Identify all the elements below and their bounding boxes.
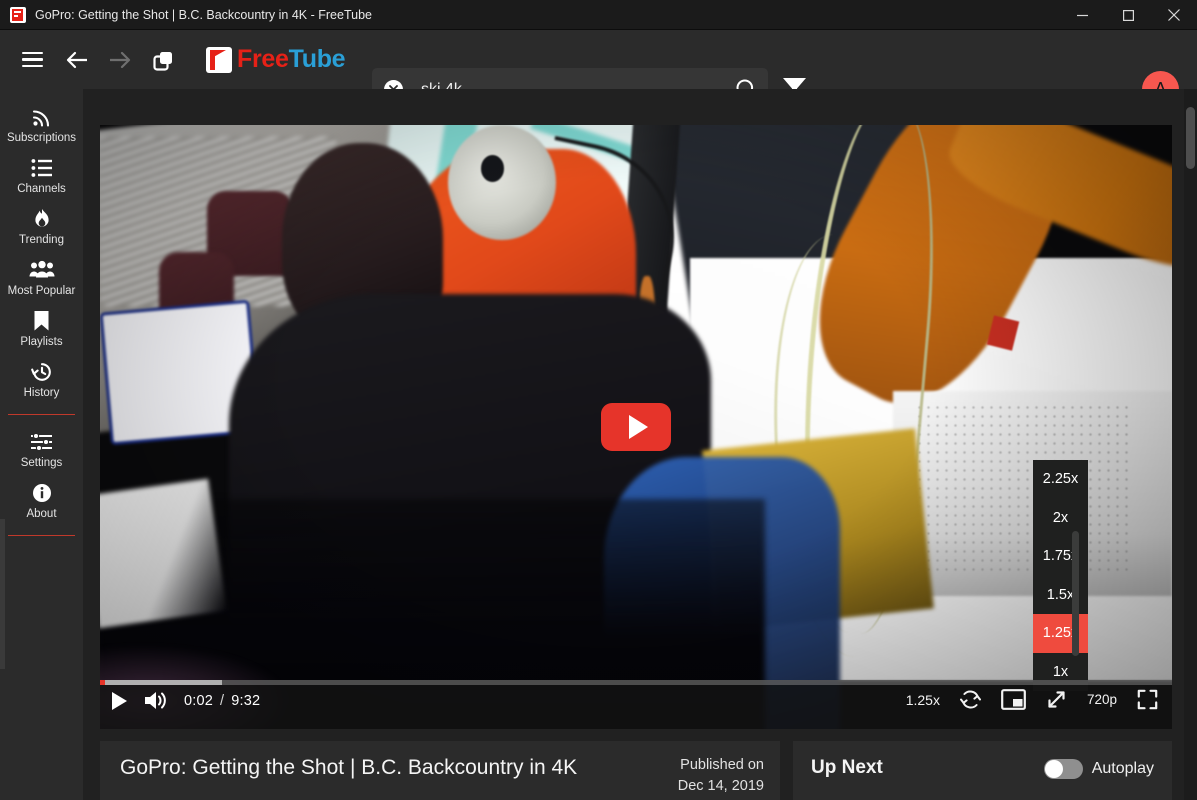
maximize-button[interactable] — [1105, 0, 1151, 30]
window-title: GoPro: Getting the Shot | B.C. Backcount… — [35, 7, 372, 22]
sidebar-item-history[interactable]: History — [0, 354, 83, 405]
minimize-button[interactable] — [1059, 0, 1105, 30]
top-navigation-bar: FreeTube A — [0, 30, 1197, 111]
brand-logo-group[interactable]: Free Tube — [206, 45, 346, 74]
sidebar-divider-bottom — [8, 535, 75, 536]
rss-subscriptions-icon — [31, 106, 53, 128]
progress-bar[interactable] — [100, 680, 1172, 685]
arrow-left-icon[interactable] — [58, 42, 94, 78]
sidebar-label-channels: Channels — [17, 183, 66, 195]
arrow-right-icon[interactable] — [102, 42, 138, 78]
sidebar-label-most-popular: Most Popular — [7, 285, 76, 297]
freetube-logo-icon — [10, 6, 26, 23]
people-most-popular-icon — [29, 259, 55, 281]
video-player[interactable]: 2.25x 2x 1.75x 1.5x 1.25x 1x 0:02 / 9:32… — [100, 125, 1172, 729]
sidebar-label-about: About — [26, 508, 57, 520]
progress-buffered — [100, 680, 223, 685]
speed-option-1-75x[interactable]: 1.75x — [1033, 537, 1088, 576]
speed-option-1-5x[interactable]: 1.5x — [1033, 576, 1088, 615]
playback-speed-menu[interactable]: 2.25x 2x 1.75x 1.5x 1.25x 1x — [1033, 460, 1088, 691]
sidebar-item-about[interactable]: About — [0, 475, 83, 526]
bookmark-playlists-icon — [33, 310, 50, 332]
close-button[interactable] — [1151, 0, 1197, 30]
sidebar-label-history: History — [23, 387, 60, 399]
sidebar-item-subscriptions[interactable]: Subscriptions — [0, 99, 83, 150]
new-window-icon[interactable] — [146, 42, 182, 78]
brand-text-tube: Tube — [288, 45, 346, 73]
player-left-controls: 0:02 / 9:32 — [110, 690, 260, 711]
sidebar-item-playlists[interactable]: Playlists — [0, 303, 83, 354]
loop-icon[interactable] — [959, 689, 981, 710]
up-next-panel: Up Next Autoplay — [793, 741, 1172, 800]
fullscreen-icon[interactable] — [1137, 689, 1158, 710]
picture-in-picture-icon[interactable] — [1001, 689, 1026, 710]
quality-button[interactable]: 720p — [1087, 692, 1117, 707]
published-date: Dec 14, 2019 — [677, 778, 764, 795]
video-title: GoPro: Getting the Shot | B.C. Backcount… — [120, 756, 578, 779]
flame-trending-icon — [32, 208, 52, 230]
time-separator: / — [220, 692, 225, 709]
play-button-icon[interactable] — [601, 403, 671, 451]
speed-menu-scrollbar[interactable] — [1072, 531, 1079, 656]
current-time: 0:02 — [184, 692, 214, 709]
sidebar: Subscriptions Channels Trending Most Pop… — [0, 89, 83, 800]
nav-icon-group — [14, 42, 190, 78]
sliders-settings-icon — [30, 431, 53, 453]
sidebar-item-channels[interactable]: Channels — [0, 150, 83, 201]
duration: 9:32 — [231, 692, 261, 709]
page-scrollbar[interactable] — [1184, 89, 1197, 800]
speed-option-1-25x[interactable]: 1.25x — [1033, 614, 1088, 653]
page-scrollbar-thumb[interactable] — [1186, 107, 1195, 169]
list-channels-icon — [31, 157, 53, 179]
title-bar: GoPro: Getting the Shot | B.C. Backcount… — [0, 0, 1197, 30]
hamburger-menu-icon[interactable] — [14, 42, 50, 78]
play-icon[interactable] — [110, 691, 128, 711]
published-info: Published on Dec 14, 2019 — [678, 755, 764, 797]
autoplay-toggle[interactable] — [1043, 759, 1083, 779]
player-right-controls: 1.25x 720p — [906, 689, 1158, 710]
autoplay-control[interactable]: Autoplay — [1043, 759, 1154, 779]
sidebar-divider-top — [8, 414, 75, 415]
sidebar-item-most-popular[interactable]: Most Popular — [0, 252, 83, 303]
speed-option-2-25x[interactable]: 2.25x — [1033, 460, 1088, 499]
info-about-icon — [32, 482, 52, 504]
time-display: 0:02 / 9:32 — [184, 693, 260, 709]
sidebar-scrollbar[interactable] — [0, 519, 5, 669]
expand-theatre-icon[interactable] — [1046, 689, 1067, 710]
published-label: Published on — [680, 757, 764, 773]
video-info-panel: GoPro: Getting the Shot | B.C. Backcount… — [100, 741, 780, 800]
sidebar-item-trending[interactable]: Trending — [0, 201, 83, 252]
player-control-bar: 0:02 / 9:32 1.25x 720p — [100, 680, 1172, 729]
sidebar-label-playlists: Playlists — [20, 336, 63, 348]
sidebar-label-settings: Settings — [20, 457, 63, 469]
window-controls — [1059, 0, 1197, 30]
clock-history-icon — [30, 361, 53, 383]
sidebar-item-settings[interactable]: Settings — [0, 424, 83, 475]
main-content: 2.25x 2x 1.75x 1.5x 1.25x 1x 0:02 / 9:32… — [83, 89, 1197, 800]
sidebar-label-trending: Trending — [19, 234, 64, 246]
playback-speed-button[interactable]: 1.25x — [906, 692, 940, 708]
sidebar-label-subscriptions: Subscriptions — [6, 132, 77, 144]
progress-played — [100, 680, 106, 685]
speed-option-2x[interactable]: 2x — [1033, 499, 1088, 538]
up-next-title: Up Next — [811, 757, 883, 778]
autoplay-label: Autoplay — [1091, 760, 1154, 777]
volume-on-icon[interactable] — [144, 690, 168, 711]
freetube-brand-icon — [206, 46, 232, 73]
brand-text-free: Free — [237, 45, 289, 73]
freetube-window: GoPro: Getting the Shot | B.C. Backcount… — [0, 0, 1197, 800]
